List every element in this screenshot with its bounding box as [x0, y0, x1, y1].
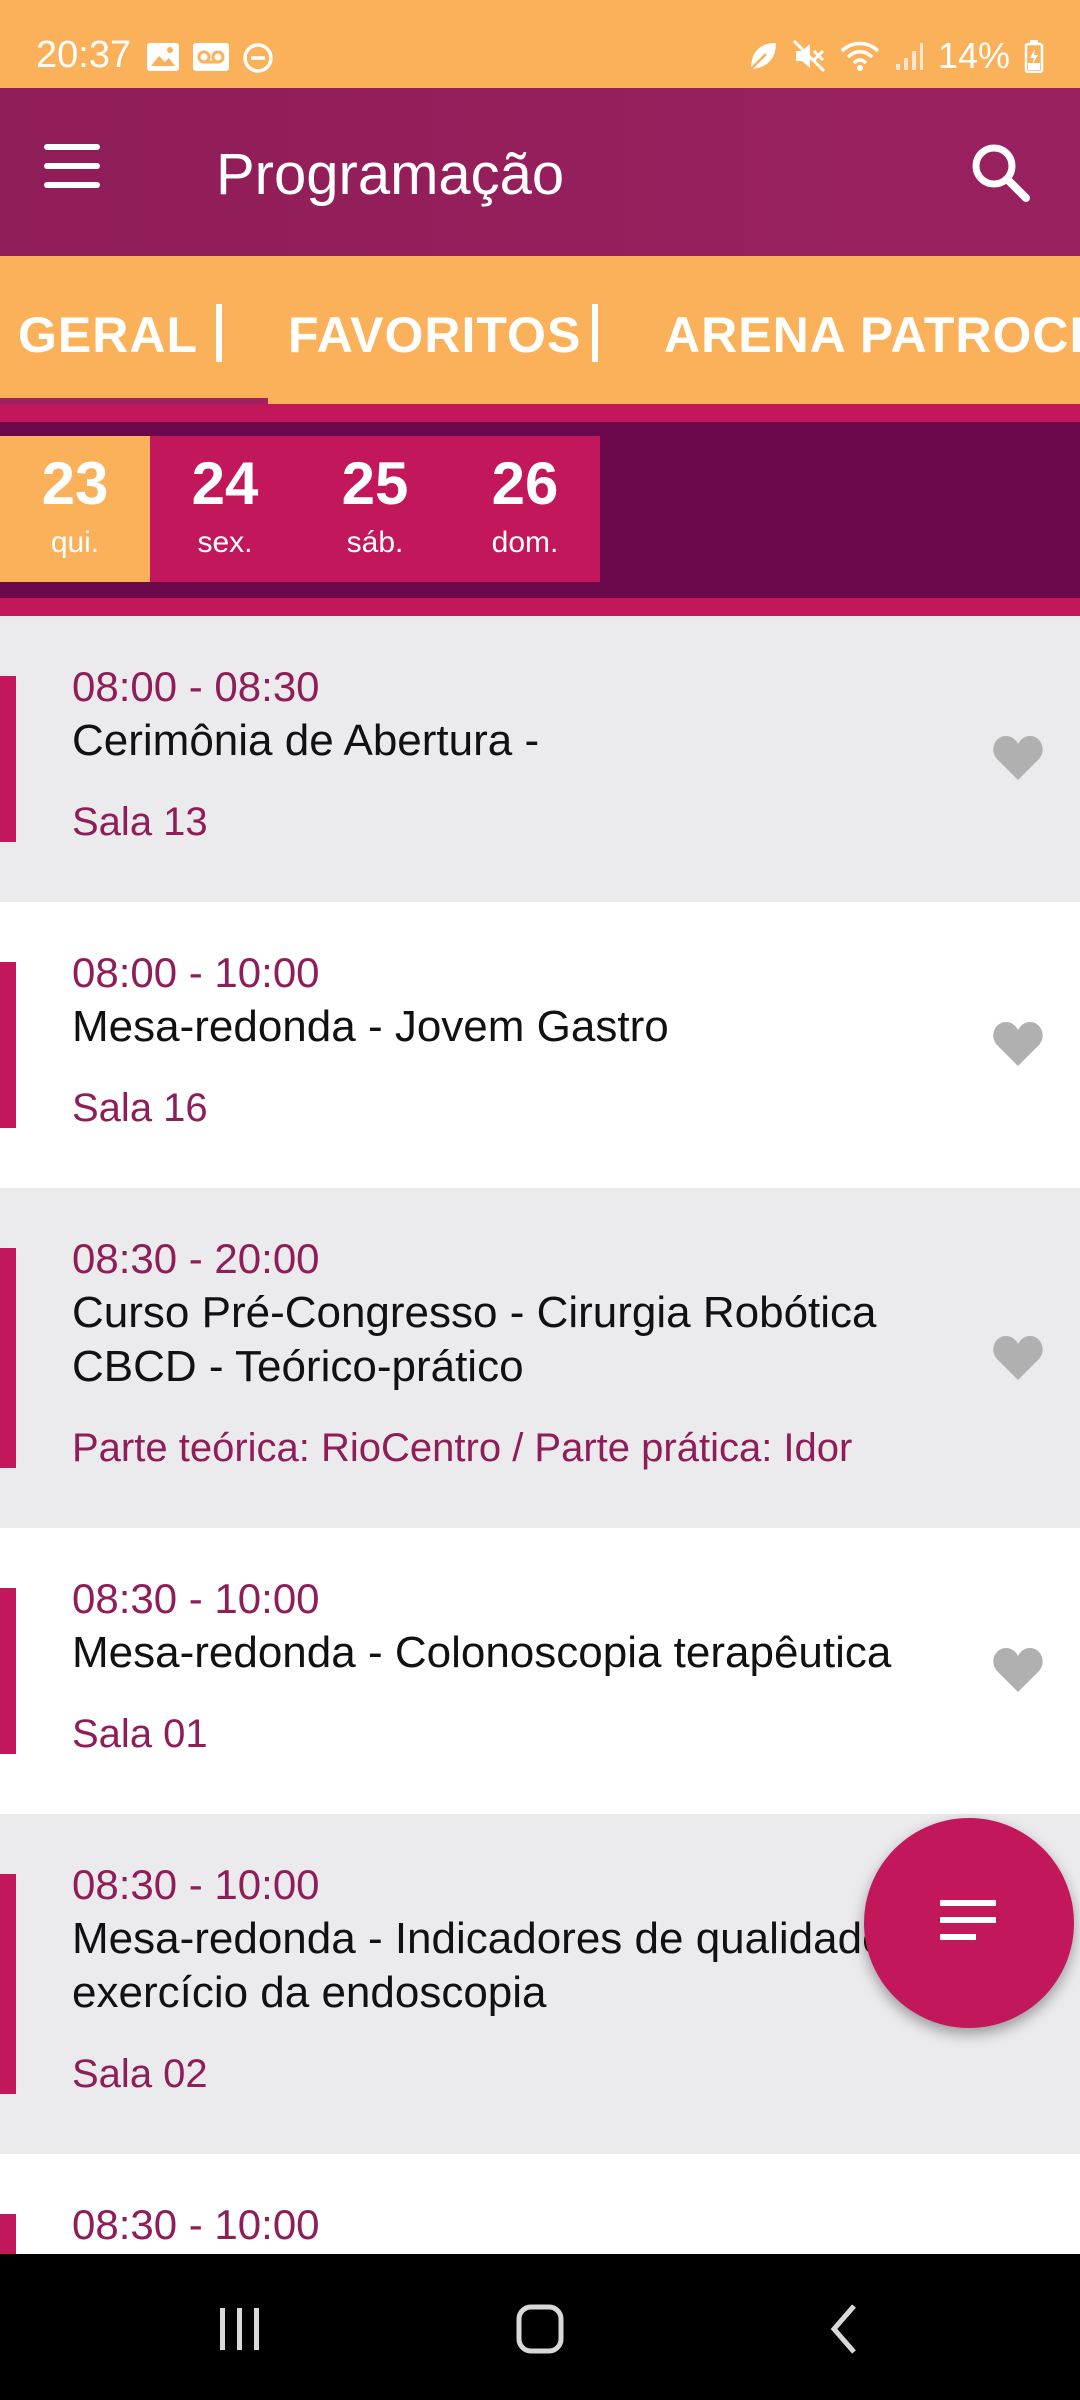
- wifi-icon: [840, 40, 880, 72]
- home-icon[interactable]: [500, 2294, 580, 2364]
- menu-icon[interactable]: [44, 144, 124, 204]
- date-day: 25: [341, 450, 409, 517]
- event-accent-bar: [0, 1588, 16, 1754]
- date-item-24[interactable]: 24 sex.: [150, 436, 300, 582]
- date-selector: 23 qui. 24 sex. 25 sáb. 26 dom.: [0, 422, 1080, 598]
- date-day: 24: [191, 450, 259, 517]
- date-item-26[interactable]: 26 dom.: [450, 436, 600, 582]
- event-location: Sala 02: [72, 2052, 208, 2096]
- event-title: Cerimônia de Abertura -: [72, 716, 540, 765]
- filter-list-icon: [940, 1900, 996, 1940]
- event-time: 08:00 - 08:30: [72, 663, 320, 710]
- battery-percentage: 14%: [937, 35, 1010, 76]
- date-weekday: qui.: [50, 526, 100, 559]
- event-time: 08:30 - 10:00: [72, 1575, 320, 1622]
- event-item[interactable]: 08:00 - 10:00 Mesa-redonda - Jovem Gastr…: [0, 902, 1080, 1188]
- favorite-heart-icon[interactable]: [992, 1020, 1044, 1068]
- back-icon[interactable]: [806, 2294, 886, 2364]
- event-item[interactable]: 08:30 - 20:00 Curso Pré-Congresso - Ciru…: [0, 1188, 1080, 1528]
- favorite-heart-icon[interactable]: [992, 1334, 1044, 1382]
- event-time: 08:00 - 10:00: [72, 949, 320, 996]
- status-bar: 20:37 14%: [0, 0, 1080, 88]
- event-time: 08:30 - 20:00: [72, 1235, 320, 1282]
- event-title: Mesa-redonda - Colonoscopia terapêutica: [72, 1628, 892, 1677]
- page-title: Programação: [216, 142, 565, 207]
- do-not-disturb-icon: [242, 42, 274, 74]
- tab-favoritos[interactable]: FAVORITOS: [288, 306, 581, 364]
- event-time: 08:30 - 10:00: [72, 2201, 320, 2248]
- tab-bar: GERAL FAVORITOS ARENA PATROCINA: [0, 256, 1080, 406]
- mute-icon: [792, 39, 826, 73]
- tab-separator: [592, 304, 598, 362]
- image-icon: [146, 42, 180, 74]
- event-title: Mesa-redonda - Jovem Gastro: [72, 1002, 669, 1051]
- event-accent-bar: [0, 1874, 16, 2094]
- event-item[interactable]: 08:30 - 10:00 Mesa-redonda - Colonoscopi…: [0, 1528, 1080, 1814]
- search-icon[interactable]: [966, 138, 1036, 208]
- event-location: Sala 13: [72, 800, 208, 844]
- tab-separator: [216, 304, 222, 362]
- leaf-icon: [748, 40, 778, 72]
- event-accent-bar: [0, 676, 16, 842]
- tab-arena-patrocinada[interactable]: ARENA PATROCINA: [664, 306, 1080, 364]
- event-location: Parte teórica: RioCentro / Parte prática…: [72, 1426, 853, 1470]
- date-day: 23: [41, 450, 109, 517]
- tab-geral[interactable]: GERAL: [18, 306, 198, 364]
- date-strip-divider: [0, 598, 1080, 616]
- date-weekday: sáb.: [346, 526, 404, 559]
- date-day: 26: [491, 450, 559, 517]
- date-weekday: dom.: [491, 526, 559, 559]
- status-time: 20:37: [36, 34, 132, 76]
- date-item-25[interactable]: 25 sáb.: [300, 436, 450, 582]
- system-nav-bar: [0, 2254, 1080, 2400]
- event-time: 08:30 - 10:00: [72, 1861, 320, 1908]
- event-title: Curso Pré-Congresso - Cirurgia Robótica …: [72, 1288, 877, 1391]
- date-weekday: sex.: [197, 526, 253, 559]
- app-bar: Programação: [0, 88, 1080, 256]
- event-list: 08:00 - 08:30 Cerimônia de Abertura - Sa…: [0, 616, 1080, 2274]
- signal-icon: [894, 40, 924, 72]
- tab-divider: [0, 404, 1080, 422]
- voicemail-icon: [192, 42, 230, 74]
- date-item-23[interactable]: 23 qui.: [0, 436, 150, 582]
- event-item[interactable]: 08:00 - 08:30 Cerimônia de Abertura - Sa…: [0, 616, 1080, 902]
- recent-apps-icon[interactable]: [200, 2294, 280, 2364]
- event-title: Mesa-redonda - Indicadores de qualidade …: [72, 1914, 948, 2017]
- event-accent-bar: [0, 962, 16, 1128]
- filter-fab-button[interactable]: [864, 1818, 1074, 2028]
- event-accent-bar: [0, 1248, 16, 1468]
- event-location: Sala 01: [72, 1712, 208, 1756]
- favorite-heart-icon[interactable]: [992, 1646, 1044, 1694]
- event-location: Sala 16: [72, 1086, 208, 1130]
- favorite-heart-icon[interactable]: [992, 734, 1044, 782]
- battery-icon: [1024, 39, 1044, 73]
